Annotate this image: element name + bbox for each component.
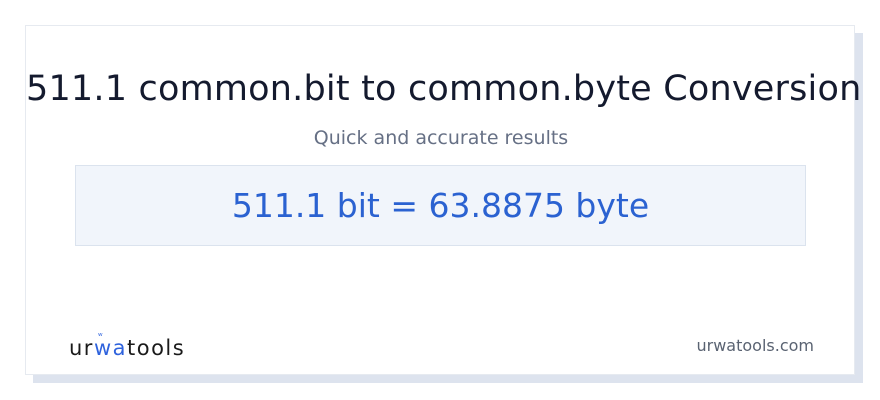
page-subtitle: Quick and accurate results	[313, 127, 569, 149]
conversion-card: 511.1 common.bit to common.byte Conversi…	[25, 25, 862, 375]
urwatools-logo[interactable]: urwa ʷ tools	[69, 332, 186, 360]
logo-text-prefix: ur	[69, 336, 94, 360]
page-title: 511.1 common.bit to common.byte Conversi…	[26, 69, 862, 109]
conversion-result: 511.1 bit = 63.8875 byte	[231, 186, 650, 225]
result-box: 511.1 bit = 63.8875 byte	[75, 165, 806, 246]
site-link[interactable]: urwatools.com	[697, 336, 815, 355]
logo-text-suffix: tools	[127, 336, 186, 360]
logo-mark-icon: ʷ	[97, 332, 103, 342]
logo-text-accent: wa ʷ	[94, 332, 127, 360]
